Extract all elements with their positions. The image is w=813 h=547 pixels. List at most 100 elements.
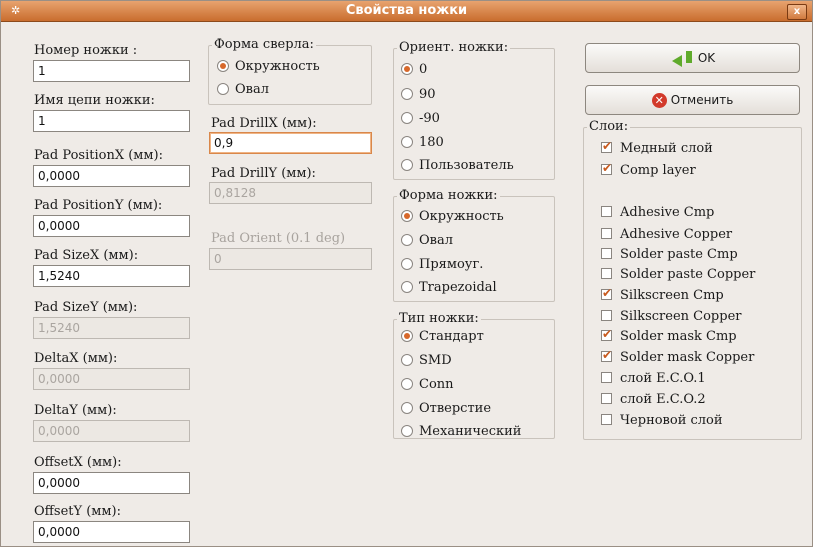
delta-y-input[interactable]: 0,0000 xyxy=(33,420,190,442)
drill-x-input[interactable]: 0,9 xyxy=(209,132,372,154)
pad-type-smd-option[interactable]: SMD xyxy=(401,353,452,371)
layer-checkbox-item[interactable]: Черновой слой xyxy=(601,413,723,431)
close-button[interactable]: x xyxy=(787,4,807,20)
checkbox-indicator xyxy=(601,228,612,239)
drill-y-input[interactable]: 0,8128 xyxy=(209,182,372,204)
drill-x-label: Pad DrillX (мм): xyxy=(211,116,317,131)
radio-indicator xyxy=(401,378,413,390)
layer-label: Solder mask Cmp xyxy=(620,329,737,344)
checkbox-indicator xyxy=(601,206,612,217)
layer-checkbox-item[interactable]: Adhesive Cmp xyxy=(601,205,714,223)
layer-checkbox-item[interactable]: Silkscreen Cmp xyxy=(601,286,724,306)
ok-button[interactable]: OK xyxy=(585,43,800,73)
delta-x-input[interactable]: 0,0000 xyxy=(33,368,190,390)
offset-x-input[interactable]: 0,0000 xyxy=(33,472,190,494)
layer-checkbox-item[interactable]: Comp layer xyxy=(601,161,696,181)
pad-type-conn-option[interactable]: Conn xyxy=(401,377,454,395)
cancel-x-icon: ✕ xyxy=(651,93,667,108)
radio-indicator xyxy=(401,425,413,437)
pad-number-input[interactable]: 1 xyxy=(33,60,190,82)
cancel-button[interactable]: ✕ Отменить xyxy=(585,85,800,115)
layer-label: Solder paste Copper xyxy=(620,267,756,282)
pad-type-hole-option[interactable]: Отверстие xyxy=(401,401,491,419)
orient-0-option[interactable]: 0 xyxy=(401,62,427,80)
layers-title: Слои: xyxy=(587,119,631,134)
orientation-title: Ориент. ножки: xyxy=(397,40,511,55)
size-x-label: Pad SizeX (мм): xyxy=(34,248,139,263)
size-y-input[interactable]: 1,5240 xyxy=(33,317,190,339)
layer-label: Черновой слой xyxy=(620,413,723,428)
drill-y-label: Pad DrillY (мм): xyxy=(211,166,316,181)
drill-shape-oval-option[interactable]: Овал xyxy=(217,82,269,100)
pos-y-input[interactable]: 0,0000 xyxy=(33,215,190,237)
radio-indicator xyxy=(401,88,413,100)
layer-checkbox-item[interactable]: слой E.C.O.1 xyxy=(601,371,706,389)
checkbox-indicator xyxy=(601,393,612,404)
net-name-input[interactable]: 1 xyxy=(33,110,190,132)
pos-y-label: Pad PositionY (мм): xyxy=(34,198,163,213)
layer-checkbox-item[interactable]: слой E.C.O.2 xyxy=(601,392,706,410)
layer-label: Adhesive Cmp xyxy=(620,205,715,220)
layer-label: Медный слой xyxy=(620,141,713,156)
pad-orient-input[interactable]: 0 xyxy=(209,248,372,270)
checkbox-indicator xyxy=(601,348,612,362)
radio-indicator xyxy=(401,63,413,75)
pad-type-mechanical-option[interactable]: Механический xyxy=(401,424,521,442)
layer-label: Solder paste Cmp xyxy=(620,247,738,262)
layer-checkbox-item[interactable]: Solder mask Copper xyxy=(601,348,754,368)
radio-indicator xyxy=(401,159,413,171)
layer-checkbox-item[interactable]: Solder mask Cmp xyxy=(601,327,737,347)
drill-shape-circle-option[interactable]: Окружность xyxy=(217,59,320,77)
checkbox-indicator xyxy=(601,268,612,279)
pos-x-input[interactable]: 0,0000 xyxy=(33,165,190,187)
orient-180-option[interactable]: 180 xyxy=(401,135,444,153)
layer-checkbox-item[interactable]: Adhesive Copper xyxy=(601,227,732,245)
pos-x-label: Pad PositionX (мм): xyxy=(34,148,163,163)
pad-type-standard-option[interactable]: Стандарт xyxy=(401,329,484,347)
title-bar[interactable]: ✲ Свойства ножки x xyxy=(1,1,812,22)
size-x-input[interactable]: 1,5240 xyxy=(33,265,190,287)
layer-label: Adhesive Copper xyxy=(620,227,733,242)
pad-type-title: Тип ножки: xyxy=(397,311,481,326)
pad-properties-dialog: ✲ Свойства ножки x Номер ножки : 1 Имя ц… xyxy=(0,0,813,547)
offset-x-label: OffsetX (мм): xyxy=(34,455,122,470)
layer-checkbox-item[interactable]: Solder paste Cmp xyxy=(601,247,738,265)
orient-custom-option[interactable]: Пользователь xyxy=(401,158,514,176)
radio-indicator xyxy=(217,60,229,72)
radio-indicator xyxy=(401,136,413,148)
pad-shape-circle-option[interactable]: Окружность xyxy=(401,209,504,227)
radio-indicator xyxy=(217,83,229,95)
checkbox-indicator xyxy=(601,139,612,153)
delta-x-label: DeltaX (мм): xyxy=(34,351,118,366)
ok-arrow-icon xyxy=(670,50,694,67)
layer-label: слой E.C.O.2 xyxy=(620,392,706,407)
pad-shape-rect-option[interactable]: Прямоуг. xyxy=(401,257,483,275)
net-name-label: Имя цепи ножки: xyxy=(34,93,155,108)
orient-90-option[interactable]: 90 xyxy=(401,87,436,105)
layer-checkbox-item[interactable]: Медный слой xyxy=(601,139,713,159)
checkbox-indicator xyxy=(601,161,612,175)
offset-y-input[interactable]: 0,0000 xyxy=(33,521,190,543)
radio-indicator xyxy=(401,330,413,342)
radio-indicator xyxy=(401,112,413,124)
pad-shape-title: Форма ножки: xyxy=(397,188,500,203)
layer-checkbox-item[interactable]: Solder paste Copper xyxy=(601,267,755,285)
layer-checkbox-item[interactable]: Silkscreen Copper xyxy=(601,309,741,327)
radio-indicator xyxy=(401,210,413,222)
window-title: Свойства ножки xyxy=(345,3,468,18)
pad-shape-trapezoid-option[interactable]: Trapezoidal xyxy=(401,280,497,298)
pad-orient-label: Pad Orient (0.1 deg) xyxy=(211,231,346,246)
layer-label: Comp layer xyxy=(620,163,696,178)
radio-indicator xyxy=(401,354,413,366)
radio-indicator xyxy=(401,281,413,293)
checkbox-indicator xyxy=(601,372,612,383)
layer-label: Silkscreen Cmp xyxy=(620,288,724,303)
pad-shape-oval-option[interactable]: Овал xyxy=(401,233,453,251)
radio-indicator xyxy=(401,258,413,270)
checkbox-indicator xyxy=(601,414,612,425)
delta-y-label: DeltaY (мм): xyxy=(34,403,117,418)
checkbox-indicator xyxy=(601,248,612,259)
checkbox-indicator xyxy=(601,286,612,300)
layer-label: слой E.C.O.1 xyxy=(620,371,706,386)
orient-minus90-option[interactable]: -90 xyxy=(401,111,440,129)
